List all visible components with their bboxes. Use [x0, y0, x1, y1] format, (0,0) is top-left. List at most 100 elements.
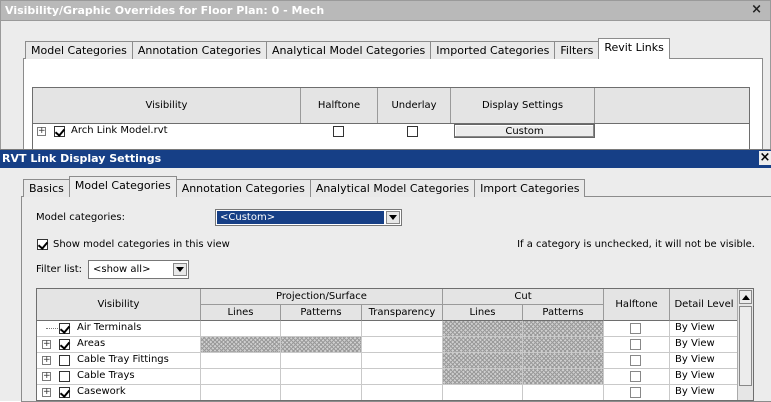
- tab-model-categories[interactable]: Model Categories: [25, 41, 133, 59]
- halftone-checkbox[interactable]: [630, 355, 641, 366]
- tree-line: [46, 328, 58, 329]
- model-categories-dropdown[interactable]: <Custom>: [215, 209, 402, 226]
- override-cell[interactable]: [443, 337, 523, 353]
- col-visibility: Visibility: [37, 289, 201, 321]
- override-cell[interactable]: [523, 321, 604, 337]
- override-cell[interactable]: [443, 385, 523, 400]
- halftone-checkbox[interactable]: [630, 387, 641, 398]
- category-checkbox[interactable]: [59, 355, 70, 366]
- category-checkbox[interactable]: [59, 339, 70, 350]
- col-transparency: Transparency: [362, 305, 443, 321]
- detail-level-cell[interactable]: By View: [670, 385, 739, 400]
- tab-basics[interactable]: Basics: [23, 179, 70, 197]
- grid-header: Visibility Halftone Underlay Display Set…: [33, 88, 749, 124]
- chevron-down-icon[interactable]: [173, 263, 187, 276]
- override-cell[interactable]: [523, 353, 604, 369]
- override-cell[interactable]: [523, 369, 604, 385]
- detail-level-cell[interactable]: By View: [670, 321, 739, 337]
- override-cell[interactable]: [201, 321, 281, 337]
- col-display-settings: Display Settings: [451, 88, 595, 123]
- override-cell[interactable]: [281, 321, 362, 337]
- col-detail-level: Detail Level: [670, 289, 739, 321]
- chevron-down-icon[interactable]: [386, 211, 400, 224]
- visibility-cell: + Areas: [37, 337, 201, 353]
- override-cell[interactable]: [201, 353, 281, 369]
- detail-level-cell[interactable]: By View: [670, 337, 739, 353]
- category-checkbox[interactable]: [59, 323, 70, 334]
- vertical-scrollbar[interactable]: [737, 289, 753, 400]
- override-cell[interactable]: [362, 369, 443, 385]
- override-cell[interactable]: [443, 353, 523, 369]
- table-row[interactable]: + Cable Tray Fittings By View: [37, 353, 739, 369]
- visibility-cell: + Cable Tray Fittings: [37, 353, 201, 369]
- expand-icon[interactable]: +: [37, 127, 46, 136]
- underlay-checkbox[interactable]: [407, 126, 418, 137]
- halftone-checkbox[interactable]: [333, 126, 344, 137]
- table-row[interactable]: + Cable Trays By View: [37, 369, 739, 385]
- col-projection-patterns: Patterns: [281, 305, 362, 321]
- table-row[interactable]: Air Terminals By View: [37, 321, 739, 337]
- visibility-checkbox[interactable]: [54, 126, 65, 137]
- category-checkbox[interactable]: [59, 371, 70, 382]
- custom-button[interactable]: Custom: [454, 124, 595, 138]
- filter-list-label: Filter list:: [36, 264, 83, 275]
- override-cell[interactable]: [201, 385, 281, 400]
- tab-strip: Model Categories Annotation Categories A…: [25, 38, 670, 59]
- scroll-thumb[interactable]: [739, 306, 752, 386]
- dialog-title: RVT Link Display Settings: [2, 152, 162, 165]
- override-cell[interactable]: [281, 337, 362, 353]
- group-cut: Cut: [443, 289, 604, 305]
- scroll-up-icon[interactable]: [739, 290, 752, 304]
- detail-level-cell[interactable]: By View: [670, 369, 739, 385]
- close-icon[interactable]: ×: [751, 3, 762, 17]
- halftone-cell: [604, 321, 670, 337]
- tab-import-categories[interactable]: Import Categories: [474, 179, 586, 197]
- visibility-cell: + Casework: [37, 385, 201, 400]
- show-model-categories-checkbox[interactable]: [37, 239, 48, 250]
- table-row[interactable]: + Arch Link Model.rvt Custom: [33, 124, 749, 140]
- expand-icon[interactable]: +: [42, 372, 51, 381]
- halftone-checkbox[interactable]: [630, 339, 641, 350]
- override-cell[interactable]: [443, 321, 523, 337]
- tab-revit-links[interactable]: Revit Links: [598, 38, 670, 59]
- halftone-checkbox[interactable]: [630, 323, 641, 334]
- model-categories-value: <Custom>: [217, 211, 384, 224]
- category-checkbox[interactable]: [59, 387, 70, 398]
- filter-list-value: <show all>: [93, 264, 151, 275]
- col-projection-lines: Lines: [201, 305, 281, 321]
- override-cell[interactable]: [362, 321, 443, 337]
- halftone-cell: [604, 337, 670, 353]
- tab-filters[interactable]: Filters: [554, 41, 600, 59]
- override-cell[interactable]: [281, 385, 362, 400]
- table-row[interactable]: + Casework By View: [37, 385, 739, 400]
- override-cell[interactable]: [201, 337, 281, 353]
- override-cell[interactable]: [523, 337, 604, 353]
- title-bar: Visibility/Graphic Overrides for Floor P…: [1, 1, 770, 21]
- override-cell[interactable]: [281, 353, 362, 369]
- model-categories-grid: Visibility Projection/Surface Cut Lines …: [36, 288, 754, 401]
- expand-icon[interactable]: +: [42, 340, 51, 349]
- tab-analytical-model-categories[interactable]: Analytical Model Categories: [265, 41, 432, 59]
- override-cell[interactable]: [362, 337, 443, 353]
- override-cell[interactable]: [443, 369, 523, 385]
- close-icon[interactable]: ×: [759, 151, 771, 165]
- override-cell[interactable]: [523, 385, 604, 400]
- override-cell[interactable]: [362, 385, 443, 400]
- halftone-checkbox[interactable]: [630, 371, 641, 382]
- tab-model-categories[interactable]: Model Categories: [68, 176, 177, 197]
- tab-analytical-model-categories[interactable]: Analytical Model Categories: [309, 179, 476, 197]
- detail-level-cell[interactable]: By View: [670, 353, 739, 369]
- category-name: Cable Tray Fittings: [77, 354, 169, 365]
- tab-annotation-categories[interactable]: Annotation Categories: [175, 179, 311, 197]
- expand-icon[interactable]: +: [42, 356, 51, 365]
- override-cell[interactable]: [362, 353, 443, 369]
- tab-imported-categories[interactable]: Imported Categories: [430, 41, 556, 59]
- override-cell[interactable]: [281, 369, 362, 385]
- col-visibility: Visibility: [33, 88, 301, 123]
- override-cell[interactable]: [201, 369, 281, 385]
- tab-annotation-categories[interactable]: Annotation Categories: [131, 41, 267, 59]
- expand-icon[interactable]: +: [42, 388, 51, 397]
- filter-list-dropdown[interactable]: <show all>: [88, 260, 189, 279]
- table-row[interactable]: + Areas By View: [37, 337, 739, 353]
- show-model-categories-label: Show model categories in this view: [53, 239, 230, 250]
